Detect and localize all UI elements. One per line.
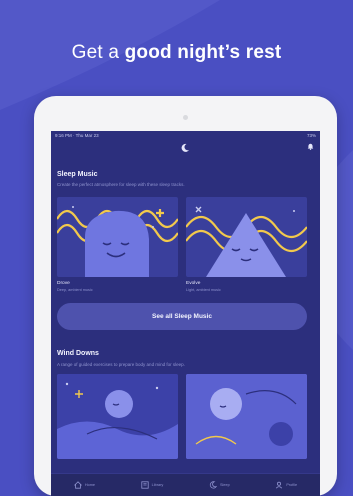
headline-prefix: Get a	[71, 42, 120, 63]
wind-down-card-1[interactable]	[57, 374, 178, 459]
tab-library-label: Library	[151, 483, 164, 487]
house-icon	[73, 481, 82, 489]
profile-icon	[276, 481, 283, 489]
card-subtitle-drove: Deep, ambient music	[57, 288, 93, 292]
tab-home-label: Home	[84, 483, 95, 487]
card-subtitle-evolve: Light, ambient music	[186, 288, 221, 292]
evolve-illustration	[186, 206, 307, 277]
see-all-sleep-music-button[interactable]: See all Sleep Music	[57, 303, 307, 330]
sleep-moon-icon	[209, 481, 217, 489]
tab-sleep[interactable]: Sleep	[209, 481, 230, 489]
sleep-music-card-drove[interactable]	[57, 197, 178, 277]
tab-profile[interactable]: Profile	[275, 481, 297, 489]
bell-icon[interactable]	[307, 143, 314, 150]
card-title-drove: Drove	[57, 281, 70, 286]
sleep-music-subtitle: Create the perfect atmosphere for sleep …	[57, 182, 185, 187]
wind-down-illustration-1	[57, 374, 178, 459]
status-time: 9:16 PM · Thu Mar 23	[55, 133, 99, 138]
tab-bar: Home Library Sleep Profile	[51, 473, 320, 496]
app-screen: 9:16 PM · Thu Mar 23 73% Sleep Music Cre…	[51, 131, 320, 496]
tab-home[interactable]: Home	[73, 481, 95, 489]
tab-sleep-label: Sleep	[219, 483, 230, 487]
library-icon	[141, 481, 149, 489]
wind-downs-subtitle: A range of guided exercises to prepare b…	[57, 362, 185, 367]
headline: Get a good night’s rest	[0, 42, 353, 64]
wind-down-card-2[interactable]	[186, 374, 307, 459]
moon-icon[interactable]	[180, 143, 190, 153]
camera-dot	[183, 115, 188, 120]
headline-bold: good night’s rest	[124, 42, 282, 63]
sleep-music-card-evolve[interactable]	[186, 197, 307, 277]
drove-illustration	[57, 206, 178, 277]
card-title-evolve: Evolve	[186, 281, 201, 286]
wind-downs-title: Wind Downs	[57, 350, 99, 357]
sleep-music-title: Sleep Music	[57, 171, 98, 178]
status-bar: 9:16 PM · Thu Mar 23 73%	[55, 133, 316, 141]
status-battery: 73%	[306, 133, 316, 138]
wind-down-illustration-2	[186, 374, 307, 459]
tablet-frame: 9:16 PM · Thu Mar 23 73% Sleep Music Cre…	[34, 96, 337, 496]
tab-library[interactable]: Library	[141, 481, 164, 489]
tab-profile-label: Profile	[286, 483, 298, 487]
